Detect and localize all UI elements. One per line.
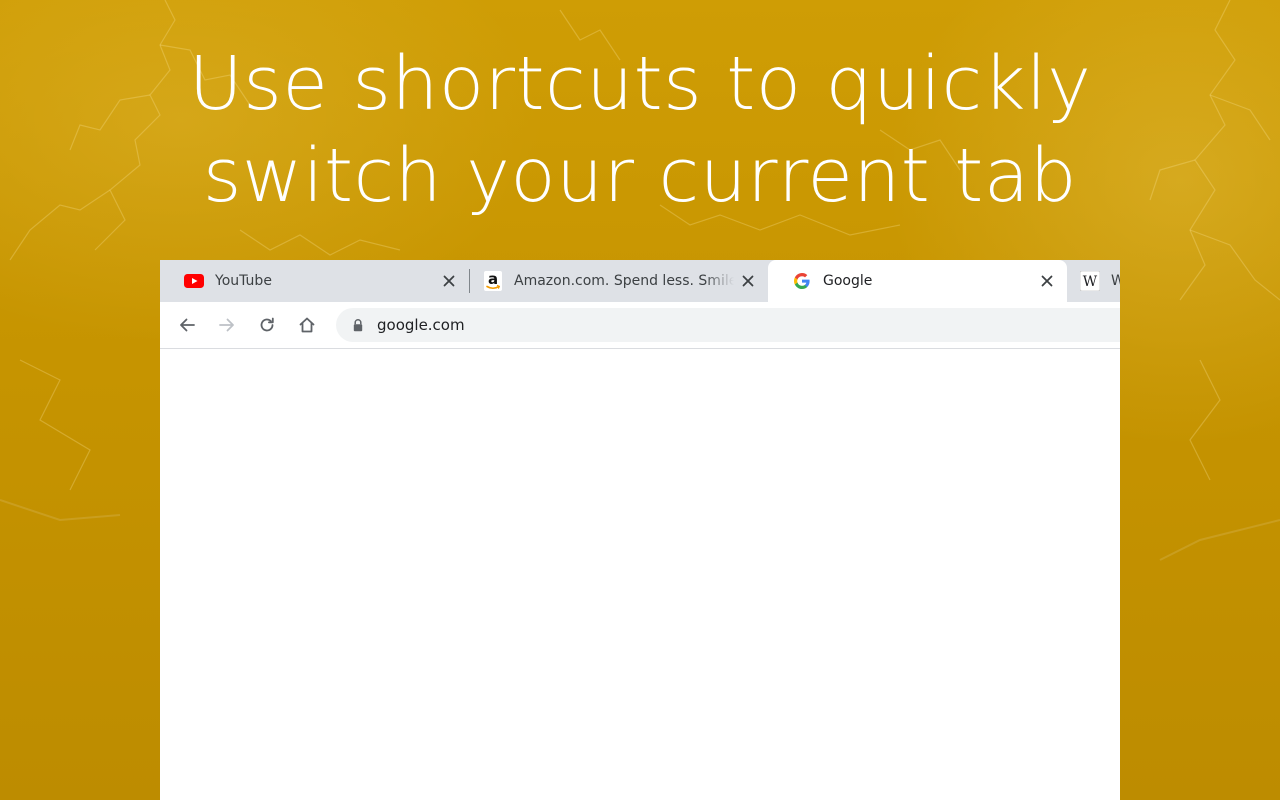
tab-title: Google (823, 273, 873, 289)
close-icon[interactable] (740, 273, 756, 289)
url-text: google.com (377, 316, 465, 334)
tab-title: Amazon.com. Spend less. Smile more. (514, 273, 734, 289)
browser-toolbar: google.com (160, 302, 1120, 349)
tab-youtube[interactable]: YouTube (160, 260, 470, 302)
reload-icon[interactable] (256, 314, 278, 336)
svg-text:W: W (1083, 274, 1098, 290)
tab-strip: YouTube a Amazon.com. Spend less. Smile … (160, 260, 1120, 302)
close-icon[interactable] (441, 273, 457, 289)
tab-wikipedia[interactable]: W W (1056, 260, 1120, 302)
amazon-icon: a (483, 271, 503, 291)
back-icon[interactable] (176, 314, 198, 336)
svg-text:a: a (488, 271, 498, 288)
lock-icon[interactable] (351, 318, 365, 332)
page-content (160, 349, 1120, 800)
headline: Use shortcuts to quickly switch your cur… (0, 38, 1280, 222)
address-bar[interactable]: google.com (336, 308, 1120, 342)
tab-title: YouTube (215, 273, 272, 289)
close-icon[interactable] (1039, 273, 1055, 289)
headline-line-1: Use shortcuts to quickly (188, 41, 1092, 127)
browser-window: YouTube a Amazon.com. Spend less. Smile … (160, 260, 1120, 800)
forward-icon[interactable] (216, 314, 238, 336)
youtube-icon (184, 272, 204, 290)
tab-google-active[interactable]: Google (768, 260, 1067, 302)
home-icon[interactable] (296, 314, 318, 336)
headline-line-2: switch your current tab (202, 133, 1078, 219)
tab-amazon[interactable]: a Amazon.com. Spend less. Smile more. (459, 260, 769, 302)
google-icon (792, 272, 812, 290)
wikipedia-icon: W (1080, 271, 1100, 291)
tab-title: W (1111, 273, 1120, 289)
